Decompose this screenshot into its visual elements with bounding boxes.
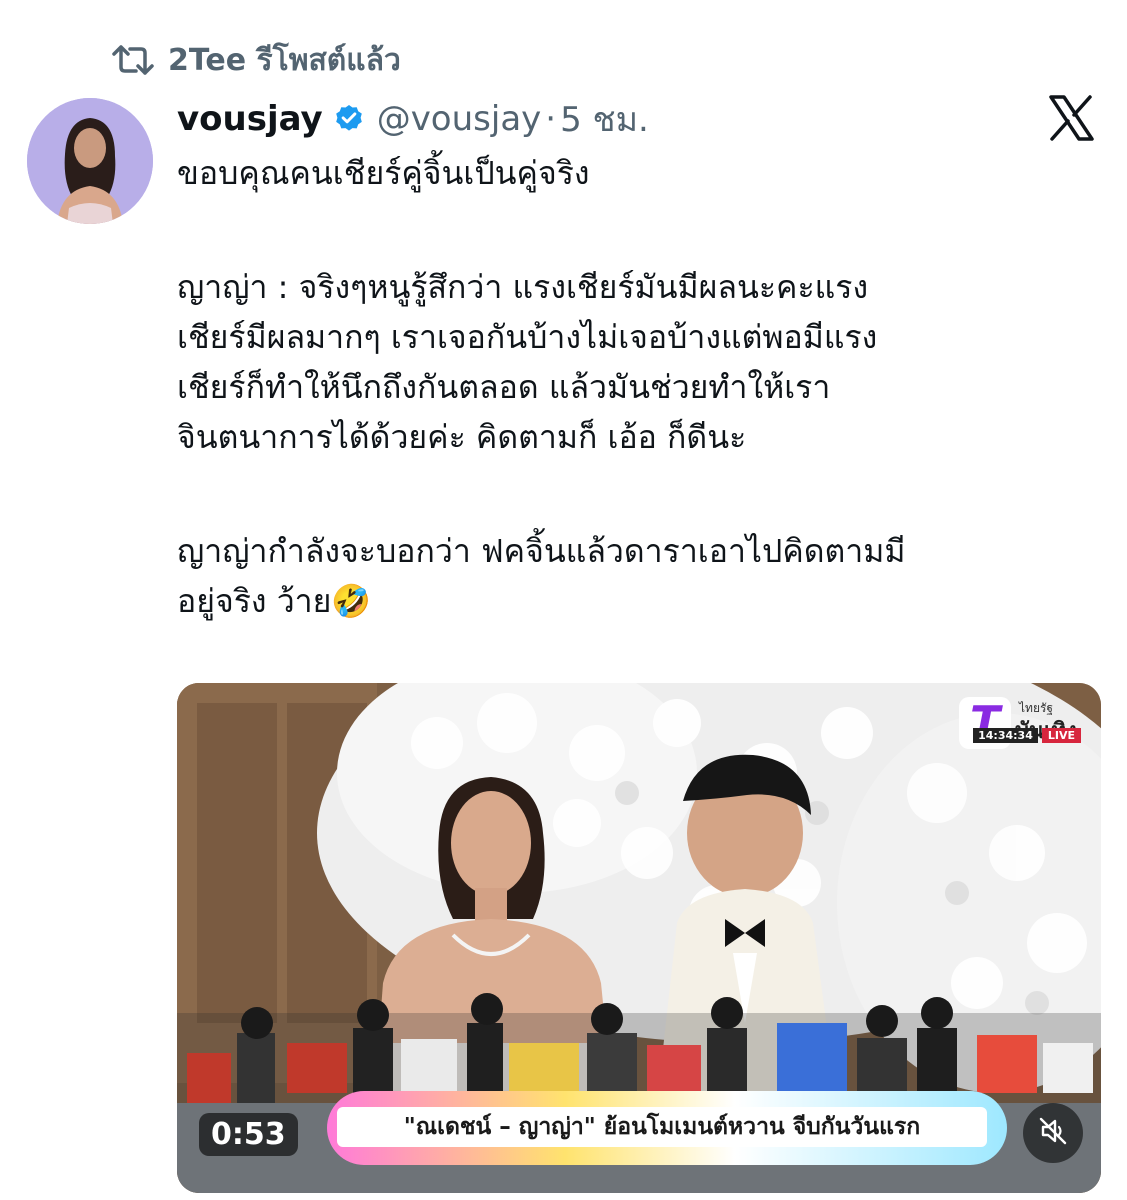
tweet-line: ขอบคุณคนเชียร์คู่จิ้นเป็นคู่จริง	[177, 154, 590, 192]
tweet-header: vousjay @vousjay · 5 ชม.	[177, 94, 649, 144]
video-duration[interactable]: 0:53	[199, 1113, 298, 1156]
avatar[interactable]	[27, 98, 153, 224]
repost-text: 2Tee รีโพสต์แล้ว	[168, 42, 401, 78]
verified-badge-icon	[333, 103, 365, 135]
repost-icon	[112, 43, 154, 77]
tweet-line: เชียร์ก็ทำให้นึกถึงกันตลอด แล้วมันช่วยทำ…	[177, 368, 831, 406]
repost-indicator[interactable]: 2Tee รีโพสต์แล้ว	[112, 38, 401, 82]
author-handle[interactable]: @vousjay	[377, 99, 542, 139]
mute-button[interactable]	[1023, 1103, 1083, 1163]
tweet-line: ญาญ่า : จริงๆหนูรู้สึกว่า แรงเชียร์มันมี…	[177, 268, 869, 306]
separator-dot: ·	[545, 99, 557, 139]
video-player[interactable]: T ไทยรัฐ บันเทิง 14:34:34 LIVE "ณเดชน์ –…	[177, 683, 1101, 1193]
tweet-line: จินตนาการได้ด้วยค่ะ คิดตามก็ เอ้อ ก็ดีนะ	[177, 418, 747, 456]
tweet-text: ขอบคุณคนเชียร์คู่จิ้นเป็นคู่จริง ญาญ่า :…	[177, 148, 1097, 626]
broadcast-clock: 14:34:34 LIVE	[973, 728, 1081, 743]
channel-logo: T ไทยรัฐ บันเทิง	[953, 693, 1083, 759]
x-logo-icon[interactable]	[1047, 94, 1095, 142]
tweet-line: เชียร์มีผลมากๆ เราเจอกันบ้างไม่เจอบ้างแต…	[177, 318, 878, 356]
author-display-name[interactable]: vousjay	[177, 99, 323, 139]
live-badge: LIVE	[1041, 728, 1081, 743]
clock-time: 14:34:34	[973, 728, 1038, 743]
video-caption: "ณเดชน์ – ญาญ่า" ย้อนโมเมนต์หวาน จีบกันว…	[337, 1107, 987, 1147]
post-time[interactable]: 5 ชม.	[560, 92, 649, 146]
tweet-line: อยู่จริง ว้าย🤣	[177, 582, 372, 620]
tweet-line: ญาญ่ากำลังจะบอกว่า ฟคจิ้นแล้วดาราเอาไปคิ…	[177, 532, 906, 570]
speaker-muted-icon	[1037, 1115, 1069, 1151]
